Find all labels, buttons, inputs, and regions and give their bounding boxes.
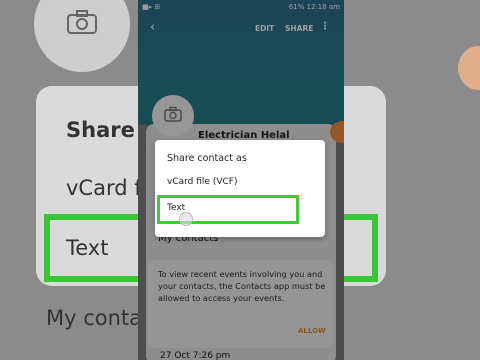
touch-indicator: [179, 212, 193, 226]
background-text-option: Text: [66, 236, 109, 260]
option-vcard[interactable]: vCard file (VCF): [167, 177, 237, 187]
background-my-contacts: My conta: [46, 306, 143, 330]
background-vcard-text: vCard fi: [66, 176, 148, 200]
dialog-title: Share contact as: [167, 153, 247, 164]
camera-icon: [67, 10, 97, 34]
background-orange-fab: [458, 46, 480, 90]
